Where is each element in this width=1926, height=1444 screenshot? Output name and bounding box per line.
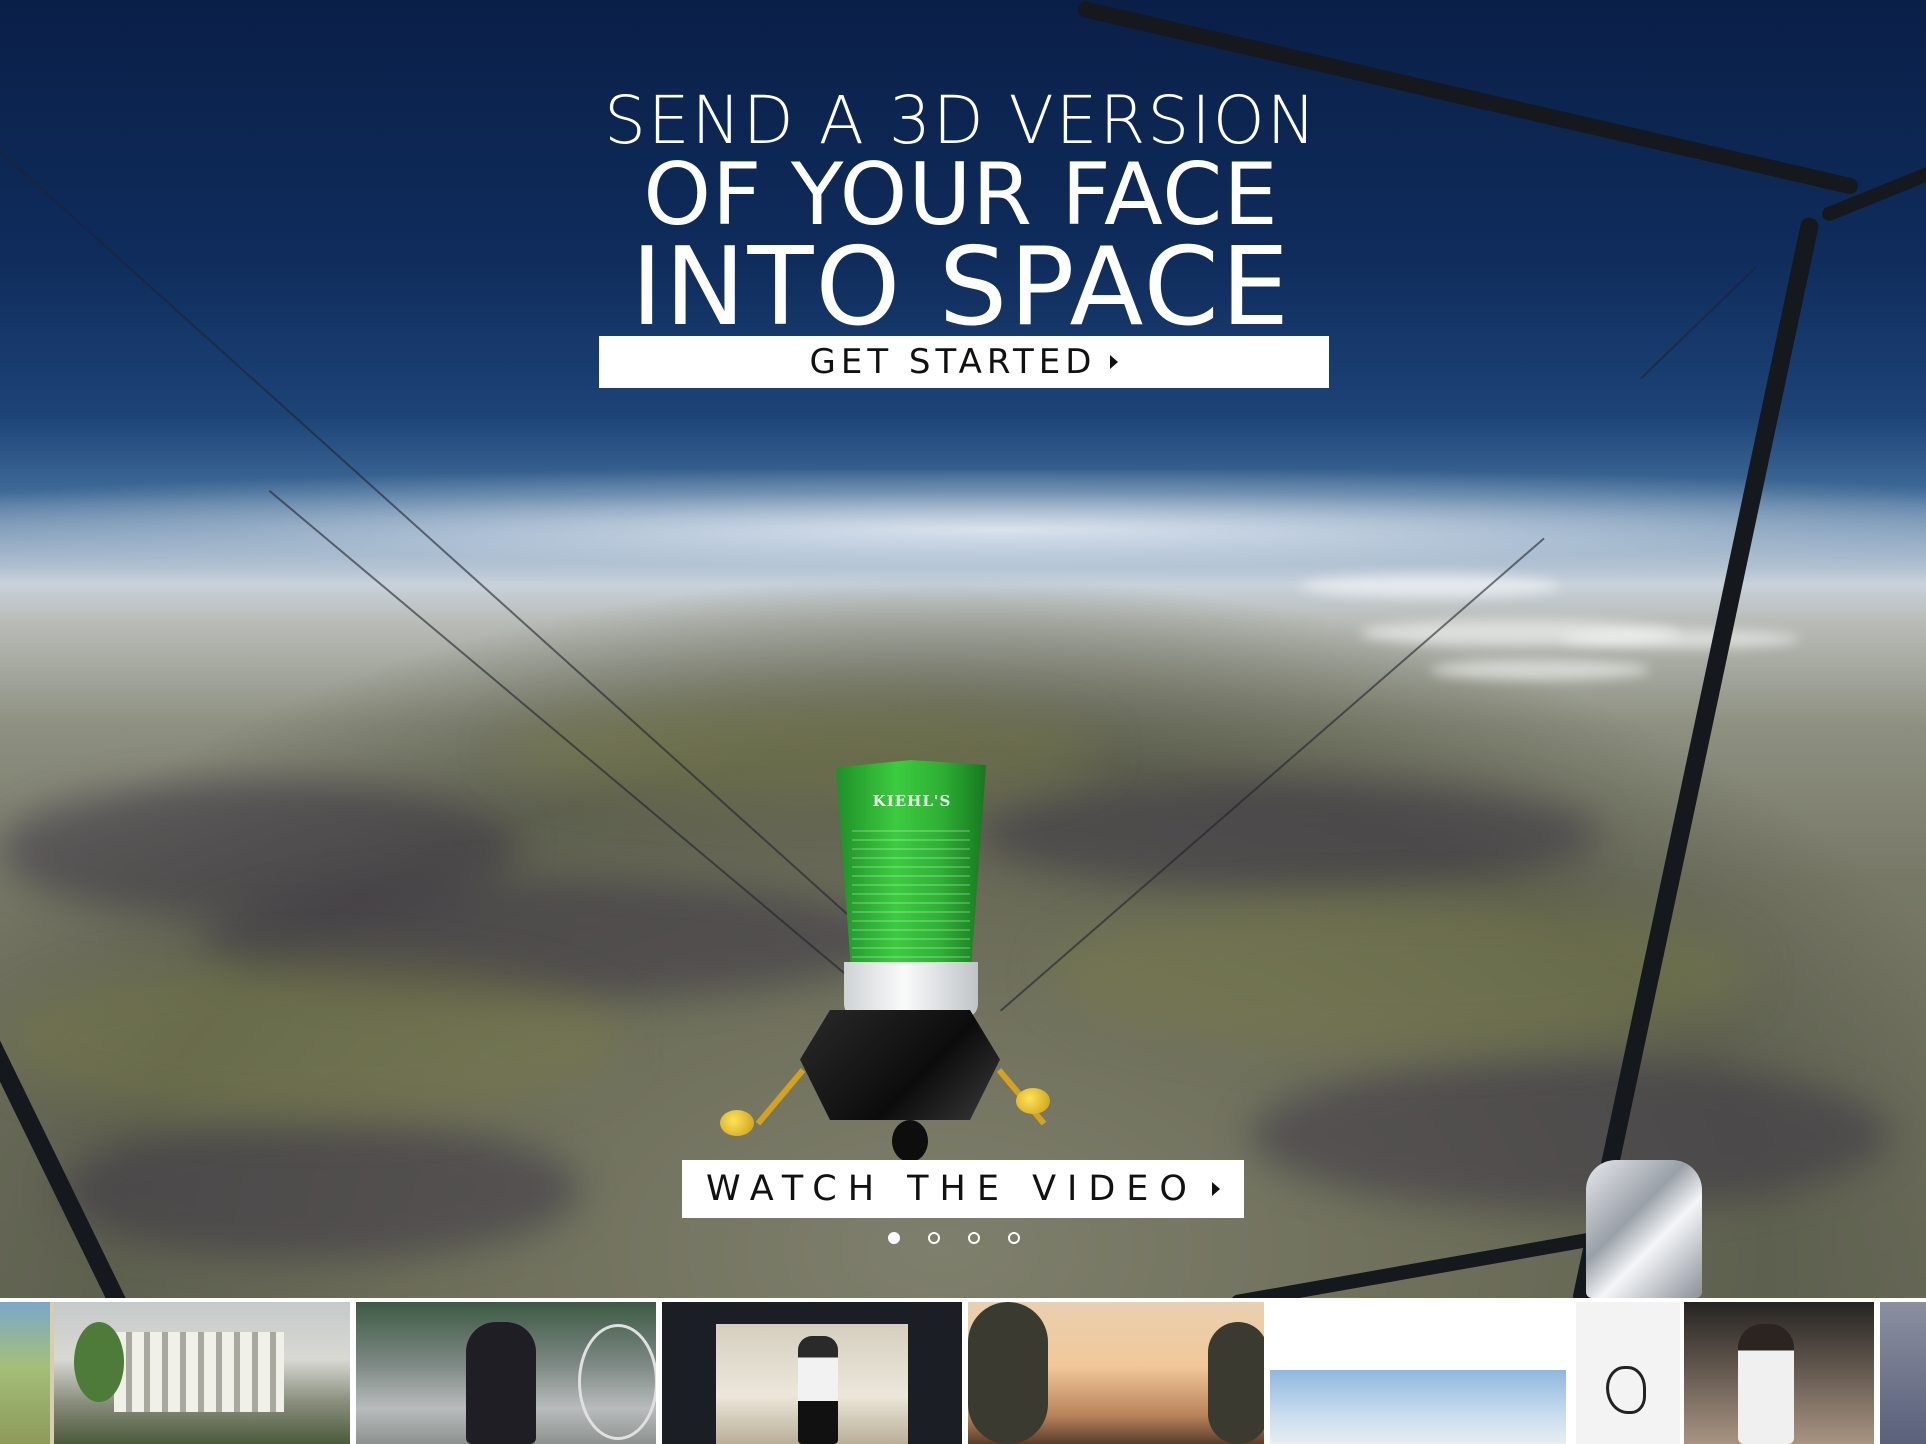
watch-video-label: WATCH THE VIDEO [706, 1169, 1198, 1209]
carousel-dots [888, 1232, 1020, 1244]
tree [1208, 1322, 1264, 1444]
terrain [0, 960, 620, 1120]
product-label-text [852, 830, 970, 960]
building-columns [114, 1332, 284, 1412]
tree [74, 1322, 124, 1402]
wire [1640, 266, 1757, 380]
carousel-dot-2[interactable] [928, 1232, 940, 1244]
watch-video-button[interactable]: WATCH THE VIDEO [682, 1160, 1244, 1218]
thumbnail-sunset-trees[interactable] [968, 1302, 1264, 1444]
sky-image [1270, 1370, 1566, 1444]
mirror-circle [578, 1324, 656, 1440]
terrain [980, 780, 1600, 890]
caret-right-icon [1211, 1182, 1220, 1196]
lander-foot [1016, 1088, 1050, 1114]
get-started-label: GET STARTED [809, 342, 1097, 382]
lunar-lander [800, 1010, 1000, 1120]
bird-icon [1606, 1366, 1646, 1414]
thumbnail-partial[interactable] [1880, 1302, 1926, 1444]
terrain [1250, 1060, 1890, 1210]
thumbnail-building-plaza[interactable] [54, 1302, 350, 1444]
carousel-dot-3[interactable] [968, 1232, 980, 1244]
hero-headline: SEND A 3D VERSION OF YOUR FACE INTO SPAC… [596, 88, 1326, 342]
cloud [1300, 575, 1560, 597]
person-silhouette [466, 1322, 536, 1444]
thumbnail-park[interactable] [0, 1302, 56, 1444]
lander-leg [755, 1068, 806, 1126]
lander-base [892, 1120, 928, 1162]
terrain [500, 700, 1100, 800]
foil-payload [1586, 1160, 1702, 1298]
thumbnail-parking-lot[interactable] [356, 1302, 656, 1444]
cloud [1560, 630, 1800, 648]
lander-foot [720, 1110, 754, 1136]
person-silhouette [1738, 1324, 1794, 1444]
person-silhouette [798, 1336, 838, 1444]
product-brand: KIEHL'S [872, 792, 952, 810]
carousel-dot-1[interactable] [888, 1232, 900, 1244]
carousel-dot-4[interactable] [1008, 1232, 1020, 1244]
photo-strip [0, 1298, 1926, 1444]
thumbnail-sky[interactable] [1270, 1302, 1570, 1444]
thumbnail-bird-sketch[interactable] [1576, 1302, 1680, 1444]
horizon-glow [0, 470, 1926, 590]
tree [968, 1302, 1048, 1444]
caret-right-icon [1110, 355, 1119, 369]
headline-line-3: INTO SPACE [630, 225, 1292, 350]
terrain [60, 1120, 580, 1260]
cloud [1430, 660, 1650, 680]
thumbnail-hallway[interactable] [662, 1302, 962, 1444]
get-started-button[interactable]: GET STARTED [599, 336, 1329, 388]
thumbnail-man-room[interactable] [1684, 1302, 1874, 1444]
product-cap [844, 962, 978, 1018]
